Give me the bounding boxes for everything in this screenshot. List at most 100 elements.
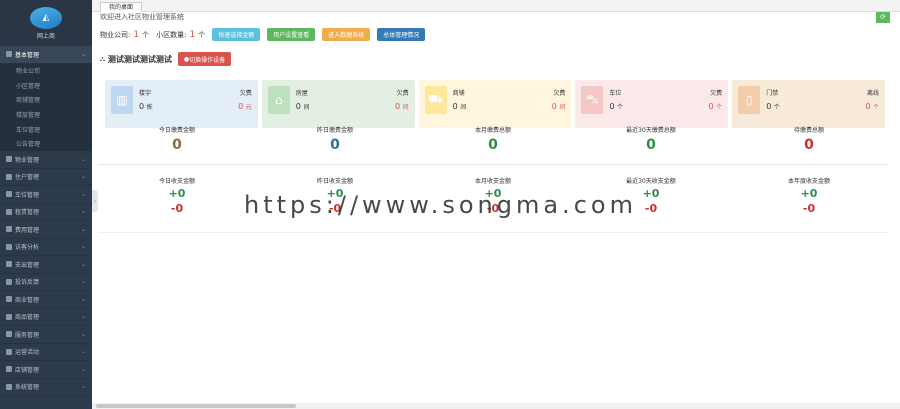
payment-stat: 昨日缴费金额 0	[256, 125, 414, 153]
menu-item[interactable]: 服务管理 ⌄	[0, 326, 92, 344]
stat-card[interactable]: ▥ 楼宇 0 栋 欠费 0 元	[105, 80, 258, 128]
submenu-item[interactable]: 商铺管理	[0, 92, 92, 108]
submenu-item[interactable]: 公告管理	[0, 136, 92, 152]
stat-card[interactable]: ⛍ 车位 0 个 欠费 0 个	[575, 80, 729, 128]
menu-label: 租赁管理	[15, 209, 40, 217]
menu-item[interactable]: 基本管理 ⌄	[0, 46, 92, 64]
chevron-down-icon: ⌄	[80, 330, 86, 338]
card-value: 0 间	[296, 102, 310, 111]
card-value2-num: 0	[394, 102, 401, 111]
menu-item[interactable]: 商业管理 ⌄	[0, 291, 92, 309]
menu-label: 物业管理	[15, 156, 40, 164]
card-label2: 欠费	[396, 90, 409, 97]
finance-title: 昨日收支金额	[316, 178, 353, 185]
menu-item[interactable]: 住户管理 ⌄	[0, 169, 92, 187]
finance-expense: -0	[170, 202, 184, 215]
payment-stat-value: 0	[646, 137, 656, 153]
menu-label: 物业公司	[16, 68, 41, 76]
card-label2: 欠费	[553, 90, 566, 97]
payment-stat: 本月缴费总额 0	[414, 125, 572, 153]
menu-label: 费用管理	[15, 226, 40, 234]
card-label: 商铺	[452, 90, 465, 97]
menu-icon	[6, 348, 12, 355]
user-settings-button[interactable]: 用户设置查看	[267, 28, 316, 41]
submenu-item[interactable]: 物业公司	[0, 63, 92, 79]
divider	[98, 232, 888, 233]
tab-bar: 我的桌面	[92, 0, 900, 12]
data-system-button[interactable]: 进入数据系统	[322, 28, 371, 41]
finance-expense: -0	[802, 202, 816, 215]
card-value2-num: 0	[238, 102, 244, 111]
horizontal-scrollbar[interactable]	[92, 403, 900, 409]
finance-stat: 本年度收支金额 +0 -0	[730, 176, 888, 215]
house-icon: ⌂	[267, 86, 290, 114]
community-unit: 个	[198, 30, 206, 39]
payment-stat: 今日缴费金额 0	[98, 125, 256, 153]
menu-label: 商品管理	[15, 314, 40, 322]
cart-icon: ⛟	[424, 86, 447, 114]
card-unit: 个	[617, 104, 624, 111]
menu-item[interactable]: 费用管理 ⌄	[0, 221, 92, 239]
menu-label: 车位管理	[15, 191, 40, 199]
menu-item[interactable]: 商品管理 ⌄	[0, 309, 92, 327]
card-value-num: 0	[139, 102, 145, 111]
building-icon: ▥	[111, 86, 133, 114]
card-unit2: 个	[716, 104, 723, 111]
car-icon: ⛍	[581, 86, 604, 114]
card-value2: 0 个	[865, 102, 879, 111]
menu-icon	[6, 331, 12, 338]
chevron-down-icon: ⌄	[80, 278, 86, 286]
stat-cards: ▥ 楼宇 0 栋 欠费 0 元 ⌂ 房屋 0 间 欠费 0 间 ⛟ 商铺 0 间 欠…	[105, 80, 885, 128]
menu-item[interactable]: 物业管理 ⌄	[0, 151, 92, 169]
menu-label: 公告管理	[16, 141, 41, 149]
card-label2: 欠费	[710, 90, 723, 97]
submenu-item[interactable]: 车位管理	[0, 121, 92, 137]
submenu-item[interactable]: 小区管理	[0, 78, 92, 93]
submenu-item[interactable]: 楼层管理	[0, 107, 92, 122]
chevron-down-icon: ⌄	[80, 295, 86, 303]
card-value2: 0 个	[709, 102, 723, 111]
menu-item[interactable]: 店铺管理 ⌄	[0, 361, 92, 379]
overall-status-button[interactable]: 总体管理情况	[377, 28, 426, 41]
menu-icon	[6, 51, 12, 58]
menu-label: 运营活动	[15, 349, 40, 357]
menu-item[interactable]: 支出管理 ⌄	[0, 256, 92, 274]
sitemap-icon: ⛬	[100, 54, 105, 63]
menu-item[interactable]: 车位管理 ⌄	[0, 186, 92, 204]
stat-card[interactable]: ⌂ 房屋 0 间 欠费 0 间	[261, 80, 415, 128]
card-unit2: 间	[402, 104, 409, 111]
chevron-down-icon: ⌄	[80, 225, 86, 233]
tab-home[interactable]: 我的桌面	[100, 2, 143, 12]
chevron-down-icon: ⌄	[80, 260, 86, 268]
menu-label: 商业管理	[15, 296, 40, 304]
sidebar-menu: 基本管理 ⌄ 物业公司 小区管理 商铺管理 楼层管理 车位管理 公告管理 物业管理 ⌄ 住户管理 ⌄ 车…	[0, 46, 92, 397]
chevron-down-icon: ⌄	[80, 348, 86, 356]
menu-item[interactable]: 访客分析 ⌄	[0, 239, 92, 257]
quick-select-button[interactable]: 快速选择金额	[212, 28, 261, 41]
logo: ◭ 网上商	[0, 0, 92, 46]
menu-item[interactable]: 租赁管理 ⌄	[0, 204, 92, 222]
card-value2-num: 0	[708, 102, 714, 111]
welcome-text: 欢迎进入社区物业管理系统	[100, 13, 184, 21]
stat-card[interactable]: ⛟ 商铺 0 间 欠费 0 间	[418, 80, 572, 128]
menu-icon	[6, 173, 12, 180]
chevron-down-icon: ⌄	[80, 208, 86, 216]
finance-title: 本月收支金额	[474, 178, 511, 185]
payment-stat-value: 0	[172, 137, 182, 153]
scrollbar-thumb[interactable]	[96, 404, 296, 408]
menu-label: 系统管理	[15, 384, 40, 392]
card-unit: 间	[303, 104, 310, 111]
menu-label: 小区管理	[16, 82, 41, 90]
menu-item[interactable]: 系统管理 ⌄	[0, 379, 92, 397]
menu-item[interactable]: 运营活动 ⌄	[0, 344, 92, 362]
card-value: 0 间	[453, 102, 467, 111]
stat-card[interactable]: ▯ 门禁 0 个 离线 0 个	[732, 80, 885, 128]
card-unit2: 元	[245, 104, 252, 111]
card-label2: 离线	[866, 90, 879, 97]
menu-item[interactable]: 投诉反馈 ⌄	[0, 274, 92, 292]
finance-stat: 今日收支金额 +0 -0	[98, 176, 256, 215]
payment-stat-title: 待缴费总额	[793, 127, 824, 134]
menu-label: 服务管理	[15, 331, 40, 339]
menu-label: 基本管理	[15, 51, 40, 59]
switch-device-button[interactable]: ● 切换操作设备	[177, 52, 232, 66]
